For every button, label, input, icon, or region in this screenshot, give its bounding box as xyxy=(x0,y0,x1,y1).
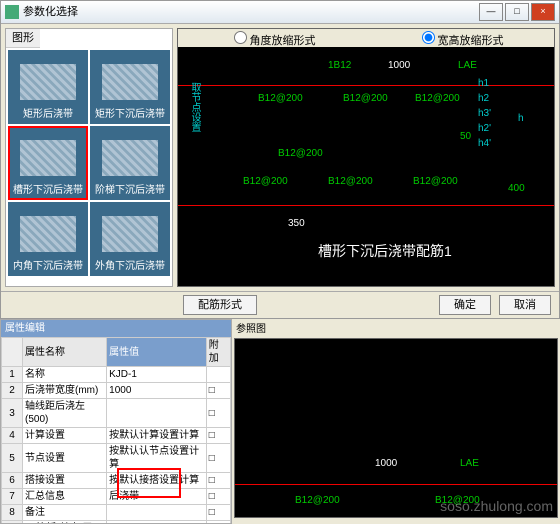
minimize-button[interactable]: — xyxy=(479,3,503,21)
cad-dim: h2 xyxy=(478,92,489,105)
cad-dim: h4' xyxy=(478,137,491,150)
shape-step-drop[interactable]: 阶梯下沉后浇带 xyxy=(90,126,170,200)
cad-label: 1B12 xyxy=(328,59,351,72)
cad-rebar: B12@200 xyxy=(413,175,458,188)
col-extra: 附加 xyxy=(206,338,230,367)
cad-rebar: B12@200 xyxy=(258,92,303,105)
radio-wh[interactable]: 宽高放缩形式 xyxy=(417,28,504,48)
row-num: 4 xyxy=(2,428,23,444)
cad-dim: 350 xyxy=(288,217,305,230)
prop-value[interactable]: 1000 xyxy=(107,383,207,399)
prop-extra[interactable]: □ xyxy=(206,383,230,399)
app-icon xyxy=(5,5,19,19)
cad-dim: 400 xyxy=(508,182,525,195)
property-editor: 属性编辑 属性名称属性值附加 1名称KJD-12后浇带宽度(mm)1000□3轴… xyxy=(0,319,232,524)
cad-label: LAE xyxy=(458,59,477,72)
prop-name: 轴线距后浇左(500) xyxy=(23,399,107,428)
cad-label: LAE xyxy=(460,457,479,470)
shape-trough-drop[interactable]: 槽形下沉后浇带 xyxy=(8,126,88,200)
prop-name: 计算设置 xyxy=(23,428,107,444)
row-num: 2 xyxy=(2,383,23,399)
col-value: 属性值 xyxy=(107,338,207,367)
cad-rebar: B12@200 xyxy=(328,175,373,188)
preview-title: 参照图 xyxy=(234,321,558,338)
cad-rebar: B12@200 xyxy=(243,175,288,188)
watermark: soso.zhulong.com xyxy=(440,497,553,515)
prop-name: 搭接设置 xyxy=(23,473,107,489)
row-num: 1 xyxy=(2,367,23,383)
prop-name: 汇总信息 xyxy=(23,489,107,505)
row-num: 7 xyxy=(2,489,23,505)
ok-button[interactable]: 确定 xyxy=(439,295,491,315)
row-num: 8 xyxy=(2,505,23,521)
prop-extra[interactable]: □ xyxy=(206,489,230,505)
cad-rebar: B12@200 xyxy=(278,147,323,160)
maximize-button[interactable]: □ xyxy=(505,3,529,21)
prop-name: 后浇带宽度(mm) xyxy=(23,383,107,399)
palette-tab[interactable]: 图形 xyxy=(6,29,40,48)
cad-dim: 1000 xyxy=(388,59,410,72)
shape-inner-corner[interactable]: 内角下沉后浇带 xyxy=(8,202,88,276)
props-title: 属性编辑 xyxy=(1,320,231,337)
row-num: 9 xyxy=(2,521,23,524)
prop-extra[interactable]: □ xyxy=(206,505,230,521)
highlight-box xyxy=(117,468,181,498)
prop-value[interactable]: 按默认计算设置计算 xyxy=(107,428,207,444)
window-title: 参数化选择 xyxy=(23,5,479,19)
shape-rect[interactable]: 矩形后浇带 xyxy=(8,50,88,124)
cad-dim: 50 xyxy=(460,130,471,143)
cad-rebar: B12@200 xyxy=(295,494,340,507)
radio-angle[interactable]: 角度放缩形式 xyxy=(229,28,316,48)
prop-extra[interactable]: □ xyxy=(206,473,230,489)
cad-dim: h3' xyxy=(478,107,491,120)
prop-value[interactable]: KJD-1 xyxy=(107,367,207,383)
prop-value[interactable] xyxy=(107,399,207,428)
row-num: 6 xyxy=(2,473,23,489)
cad-label: 取节点设置 xyxy=(188,82,201,132)
style-button[interactable]: 配筋形式 xyxy=(183,295,257,315)
prop-value[interactable] xyxy=(107,505,207,521)
shape-palette: 图形 矩形后浇带 矩形下沉后浇带 槽形下沉后浇带 阶梯下沉后浇带 内角下沉后浇带… xyxy=(5,28,173,287)
prop-extra[interactable]: □ xyxy=(206,444,230,473)
prop-name: ⊞ 筏板(单击/展) xyxy=(23,521,107,524)
cad-dim: 1000 xyxy=(375,457,397,470)
shape-rect-drop[interactable]: 矩形下沉后浇带 xyxy=(90,50,170,124)
cad-dim: h1 xyxy=(478,77,489,90)
cad-dim: h2' xyxy=(478,122,491,135)
shape-outer-corner[interactable]: 外角下沉后浇带 xyxy=(90,202,170,276)
prop-extra[interactable]: □ xyxy=(206,428,230,444)
prop-value[interactable] xyxy=(107,521,207,524)
row-num: 5 xyxy=(2,444,23,473)
cad-preview-2: 1000 LAE B12@200 B12@200 soso.zhulong.co… xyxy=(234,338,558,518)
cad-preview: 角度放缩形式 宽高放缩形式 1B12 1000 LAE 取节点设置 B12@20… xyxy=(177,28,555,287)
prop-extra[interactable]: □ xyxy=(206,399,230,428)
prop-name: 备注 xyxy=(23,505,107,521)
prop-name: 名称 xyxy=(23,367,107,383)
cad-rebar: B12@200 xyxy=(343,92,388,105)
cad-dim: h xyxy=(518,112,524,125)
cad-rebar: B12@200 xyxy=(415,92,460,105)
row-num: 3 xyxy=(2,399,23,428)
col-name: 属性名称 xyxy=(23,338,107,367)
cad-title: 槽形下沉后浇带配筋1 xyxy=(318,242,452,260)
cancel-button[interactable]: 取消 xyxy=(499,295,551,315)
close-button[interactable]: × xyxy=(531,3,555,21)
prop-extra[interactable]: □ xyxy=(206,521,230,524)
prop-extra[interactable] xyxy=(206,367,230,383)
prop-name: 节点设置 xyxy=(23,444,107,473)
